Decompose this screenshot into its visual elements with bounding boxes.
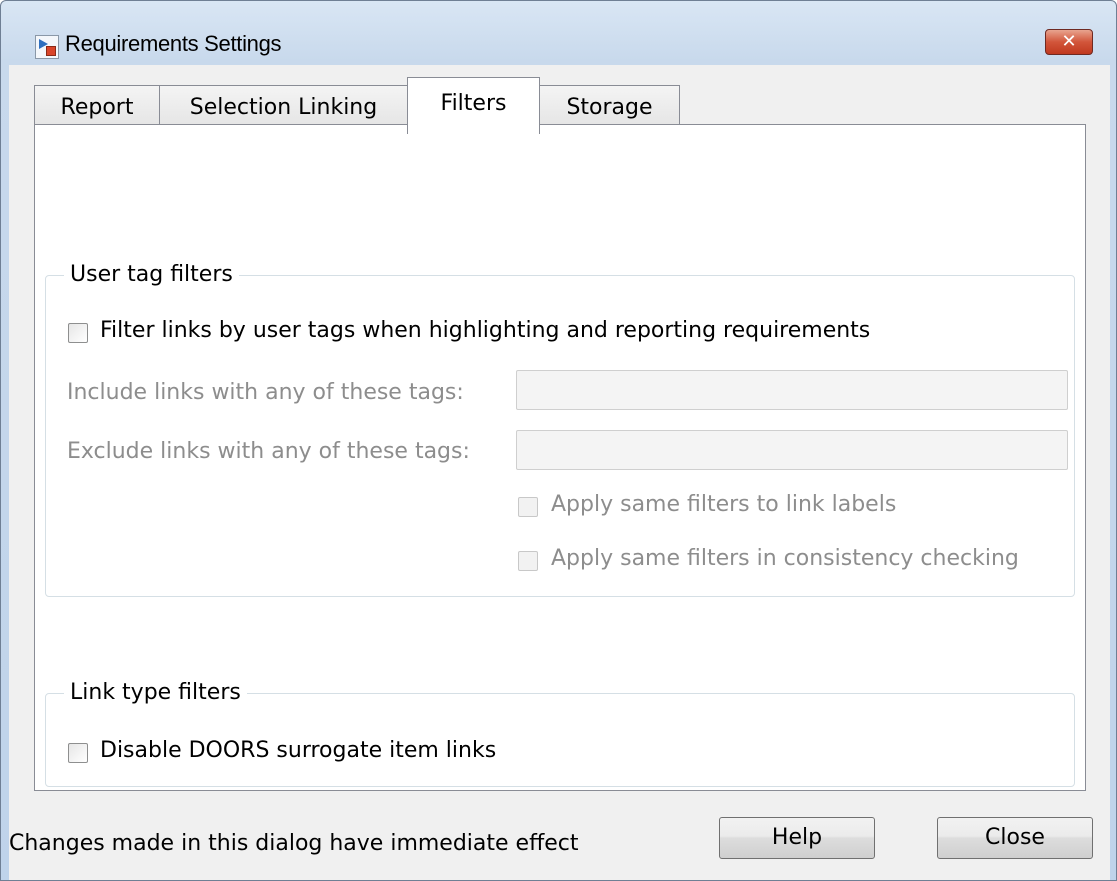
window-title: Requirements Settings <box>65 31 282 56</box>
tab-report[interactable]: Report <box>34 85 160 129</box>
tab-filters[interactable]: Filters <box>407 77 540 134</box>
include-tags-input[interactable] <box>516 370 1068 410</box>
filters-tab-panel: User tag filters Filter links by user ta… <box>34 124 1086 791</box>
tab-storage[interactable]: Storage <box>539 85 680 129</box>
disable-doors-surrogate-checkbox[interactable] <box>68 743 88 763</box>
footer-message: Changes made in this dialog have immedia… <box>9 831 579 856</box>
exclude-tags-label: Exclude links with any of these tags: <box>67 439 470 464</box>
dialog-client-area: Report Selection Linking Filters Storage… <box>9 65 1110 880</box>
requirements-settings-dialog: Requirements Settings ✕ Report Selection… <box>0 0 1117 881</box>
include-tags-label: Include links with any of these tags: <box>67 380 464 405</box>
filter-by-user-tags-label[interactable]: Filter links by user tags when highlight… <box>100 318 870 343</box>
exclude-tags-input[interactable] <box>516 430 1068 470</box>
link-type-filters-group: Link type filters Disable DOORS surrogat… <box>45 680 1075 787</box>
disable-doors-surrogate-label[interactable]: Disable DOORS surrogate item links <box>100 738 496 763</box>
close-button[interactable]: Close <box>937 817 1093 859</box>
filter-by-user-tags-checkbox[interactable] <box>68 323 88 343</box>
apply-filters-consistency-label: Apply same filters in consistency checki… <box>551 546 1019 571</box>
help-button[interactable]: Help <box>719 817 875 859</box>
apply-filters-link-labels-checkbox[interactable] <box>518 497 538 517</box>
app-icon <box>35 35 59 59</box>
user-tag-filters-legend: User tag filters <box>64 262 239 287</box>
tab-strip: Report Selection Linking Filters Storage <box>34 77 834 134</box>
apply-filters-link-labels-label: Apply same filters to link labels <box>551 492 897 517</box>
link-type-filters-legend: Link type filters <box>64 680 247 705</box>
user-tag-filters-group: User tag filters Filter links by user ta… <box>45 262 1075 597</box>
tab-selection-linking[interactable]: Selection Linking <box>159 85 408 129</box>
apply-filters-consistency-checkbox[interactable] <box>518 551 538 571</box>
close-icon[interactable]: ✕ <box>1045 29 1093 55</box>
